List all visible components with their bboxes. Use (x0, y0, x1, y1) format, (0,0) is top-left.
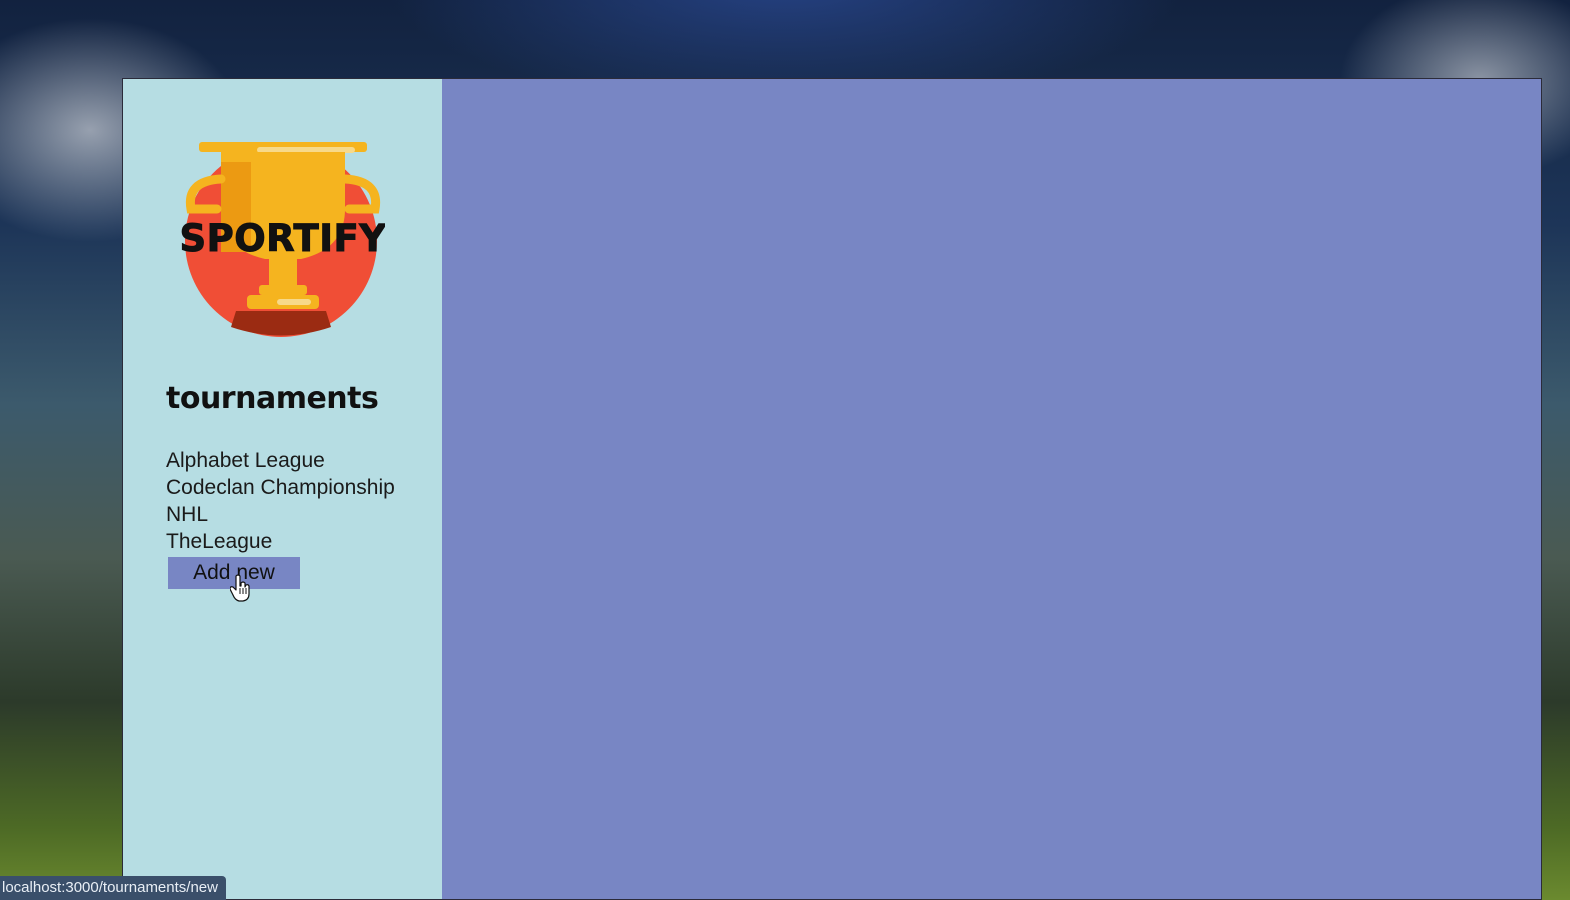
hand-pointer-icon (230, 574, 250, 602)
sidebar: SPORTIFY tournaments Alphabet League Cod… (123, 79, 442, 899)
browser-status-bar: localhost:3000/tournaments/new (0, 876, 226, 900)
logo-wordmark: SPORTIFY (181, 217, 385, 260)
tournament-link[interactable]: NHL (166, 501, 395, 528)
sportify-logo[interactable]: SPORTIFY (181, 139, 385, 339)
tournament-link[interactable]: TheLeague (166, 528, 395, 555)
tournaments-heading: tournaments (166, 381, 379, 416)
app-window: SPORTIFY tournaments Alphabet League Cod… (122, 78, 1542, 900)
tournament-list: Alphabet League Codeclan Championship NH… (166, 447, 395, 555)
tournament-link[interactable]: Alphabet League (166, 447, 395, 474)
main-content (442, 79, 1541, 899)
tournament-link[interactable]: Codeclan Championship (166, 474, 395, 501)
